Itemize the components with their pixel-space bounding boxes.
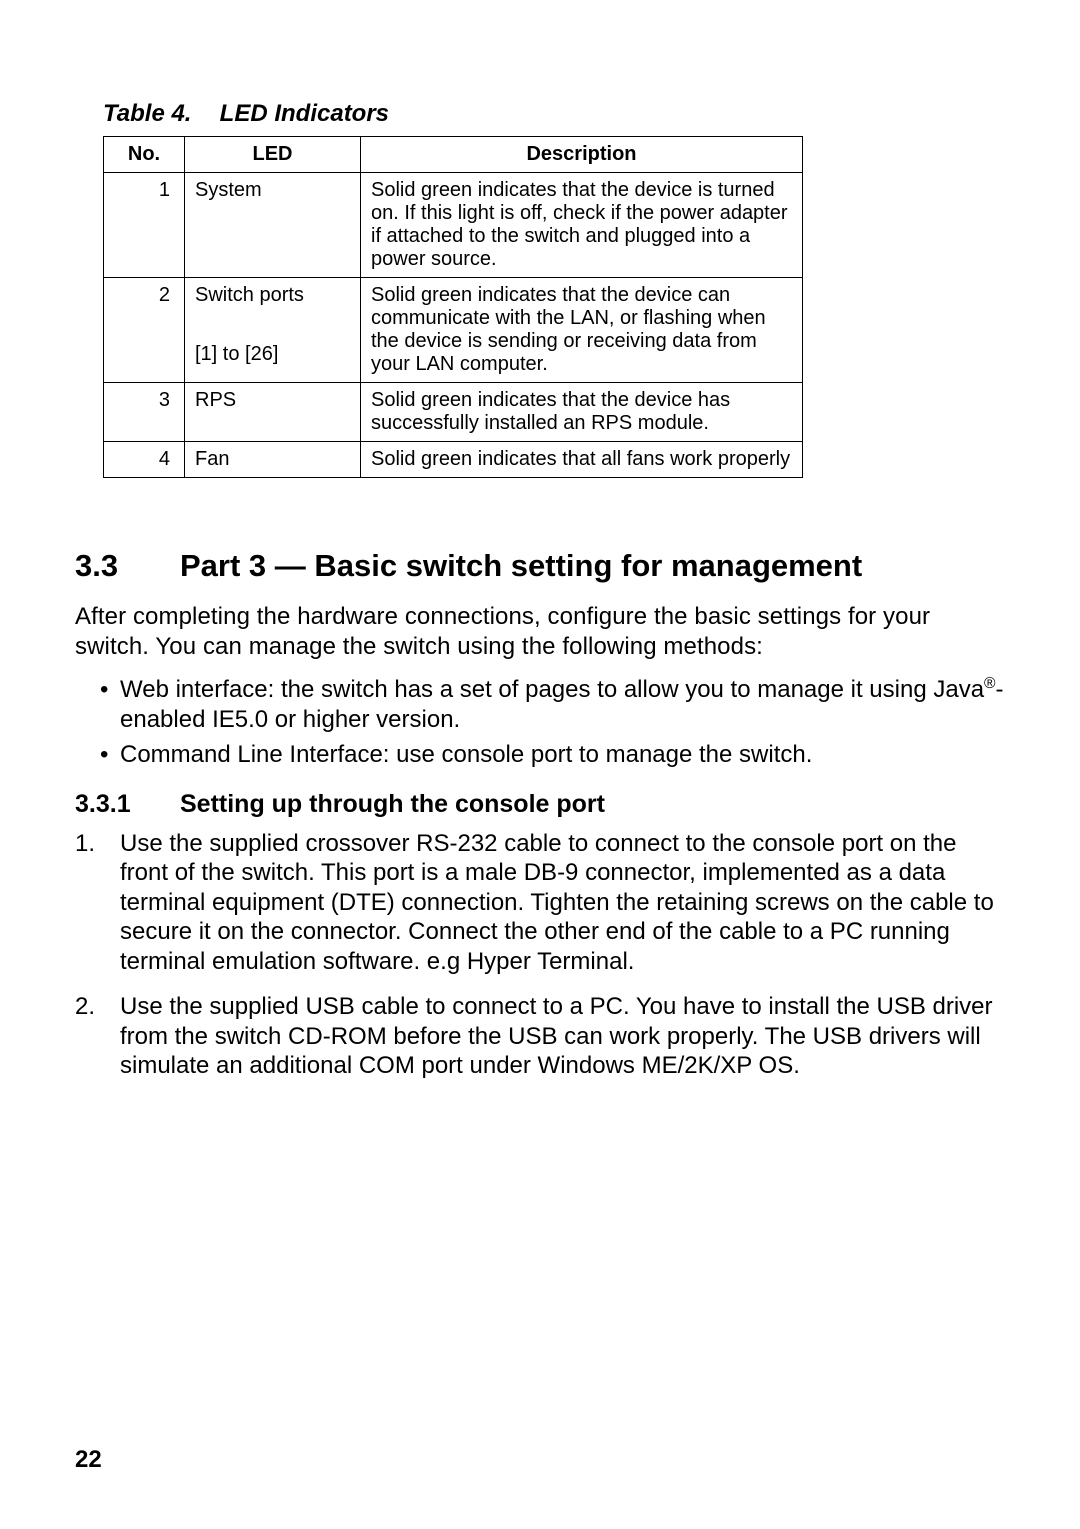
numbered-list: 1. Use the supplied crossover RS-232 cab… <box>75 829 1005 1081</box>
bullet-item: • Command Line Interface: use console po… <box>120 740 1005 770</box>
cell-desc: Solid green indicates that all fans work… <box>361 442 803 478</box>
table-caption-label: Table 4. <box>103 100 213 128</box>
registered-mark: ® <box>984 675 996 692</box>
subsection-number: 3.3.1 <box>75 790 180 819</box>
page-number: 22 <box>75 1446 102 1474</box>
cell-no: 2 <box>104 278 185 383</box>
col-header-desc: Description <box>361 137 803 173</box>
table-header-row: No. LED Description <box>104 137 803 173</box>
bullet-icon: • <box>100 675 108 705</box>
bullet-text-pre: Command Line Interface: use console port… <box>120 741 812 768</box>
cell-led: RPS <box>185 383 361 442</box>
table-row: 3 RPS Solid green indicates that the dev… <box>104 383 803 442</box>
list-item: 2. Use the supplied USB cable to connect… <box>75 992 1005 1081</box>
bullet-item: • Web interface: the switch has a set of… <box>120 675 1005 734</box>
step-number: 1. <box>75 829 120 977</box>
cell-no: 3 <box>104 383 185 442</box>
cell-desc: Solid green indicates that the device ha… <box>361 383 803 442</box>
col-header-led: LED <box>185 137 361 173</box>
cell-led: System <box>185 173 361 278</box>
table-row: 4 Fan Solid green indicates that all fan… <box>104 442 803 478</box>
led-range: [1] to [26] <box>195 343 350 366</box>
led-name: System <box>195 179 262 201</box>
cell-desc: Solid green indicates that the device ca… <box>361 278 803 383</box>
cell-led: Switch ports [1] to [26] <box>185 278 361 383</box>
cell-desc: Solid green indicates that the device is… <box>361 173 803 278</box>
cell-led: Fan <box>185 442 361 478</box>
bullet-list: • Web interface: the switch has a set of… <box>75 675 1005 770</box>
bullet-icon: • <box>100 740 108 770</box>
section-heading: 3.3 Part 3 — Basic switch setting for ma… <box>75 548 1005 584</box>
led-name: Fan <box>195 448 229 470</box>
led-name: RPS <box>195 389 236 411</box>
step-number: 2. <box>75 992 120 1081</box>
step-text: Use the supplied USB cable to connect to… <box>120 992 1005 1081</box>
document-page: Table 4. LED Indicators No. LED Descript… <box>0 0 1080 1529</box>
cell-no: 4 <box>104 442 185 478</box>
table-row: 1 System Solid green indicates that the … <box>104 173 803 278</box>
cell-no: 1 <box>104 173 185 278</box>
led-indicators-table: No. LED Description 1 System Solid green… <box>103 136 803 478</box>
section-title: Part 3 — Basic switch setting for manage… <box>180 548 862 584</box>
table-caption-title: LED Indicators <box>220 100 389 127</box>
step-text: Use the supplied crossover RS-232 cable … <box>120 829 1005 977</box>
led-name: Switch ports <box>195 284 304 306</box>
section-number: 3.3 <box>75 548 180 584</box>
intro-paragraph: After completing the hardware connection… <box>75 602 1005 661</box>
subsection-title: Setting up through the console port <box>180 790 605 819</box>
table-caption: Table 4. LED Indicators <box>103 100 1005 128</box>
table-row: 2 Switch ports [1] to [26] Solid green i… <box>104 278 803 383</box>
list-item: 1. Use the supplied crossover RS-232 cab… <box>75 829 1005 977</box>
bullet-text-pre: Web interface: the switch has a set of p… <box>120 676 984 703</box>
col-header-no: No. <box>104 137 185 173</box>
subsection-heading: 3.3.1 Setting up through the console por… <box>75 790 1005 819</box>
